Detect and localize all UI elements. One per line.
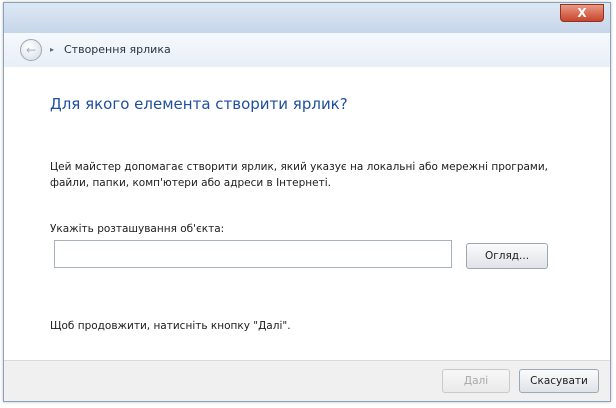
back-button[interactable]: ← — [20, 39, 42, 61]
continue-hint: Щоб продовжити, натисніть кнопку "Далі". — [50, 320, 291, 332]
cancel-button[interactable]: Скасувати — [519, 369, 599, 393]
close-button[interactable]: X — [560, 4, 604, 22]
page-heading: Для якого елемента створити ярлик? — [50, 95, 348, 113]
close-icon: X — [577, 6, 587, 20]
wizard-title: Створення ярлика — [64, 43, 171, 56]
breadcrumb-arrow-icon: ▸ — [50, 45, 55, 54]
location-input[interactable] — [54, 240, 452, 268]
title-bar: X — [4, 3, 610, 33]
wizard-content: Для якого елемента створити ярлик? Цей м… — [4, 67, 610, 363]
next-button[interactable]: Далі — [442, 369, 510, 393]
wizard-nav-bar: ← ▸ Створення ярлика — [4, 33, 610, 67]
wizard-description: Цей майстер допомагає створити ярлик, як… — [50, 161, 548, 189]
dialog-footer: Далі Скасувати — [4, 360, 610, 401]
browse-button[interactable]: Огляд... — [466, 243, 548, 269]
back-arrow-icon: ← — [25, 43, 37, 57]
create-shortcut-dialog: X ← ▸ Створення ярлика Для якого елемент… — [3, 2, 611, 402]
location-field-label: Укажіть розташування об'єкта: — [50, 223, 225, 235]
